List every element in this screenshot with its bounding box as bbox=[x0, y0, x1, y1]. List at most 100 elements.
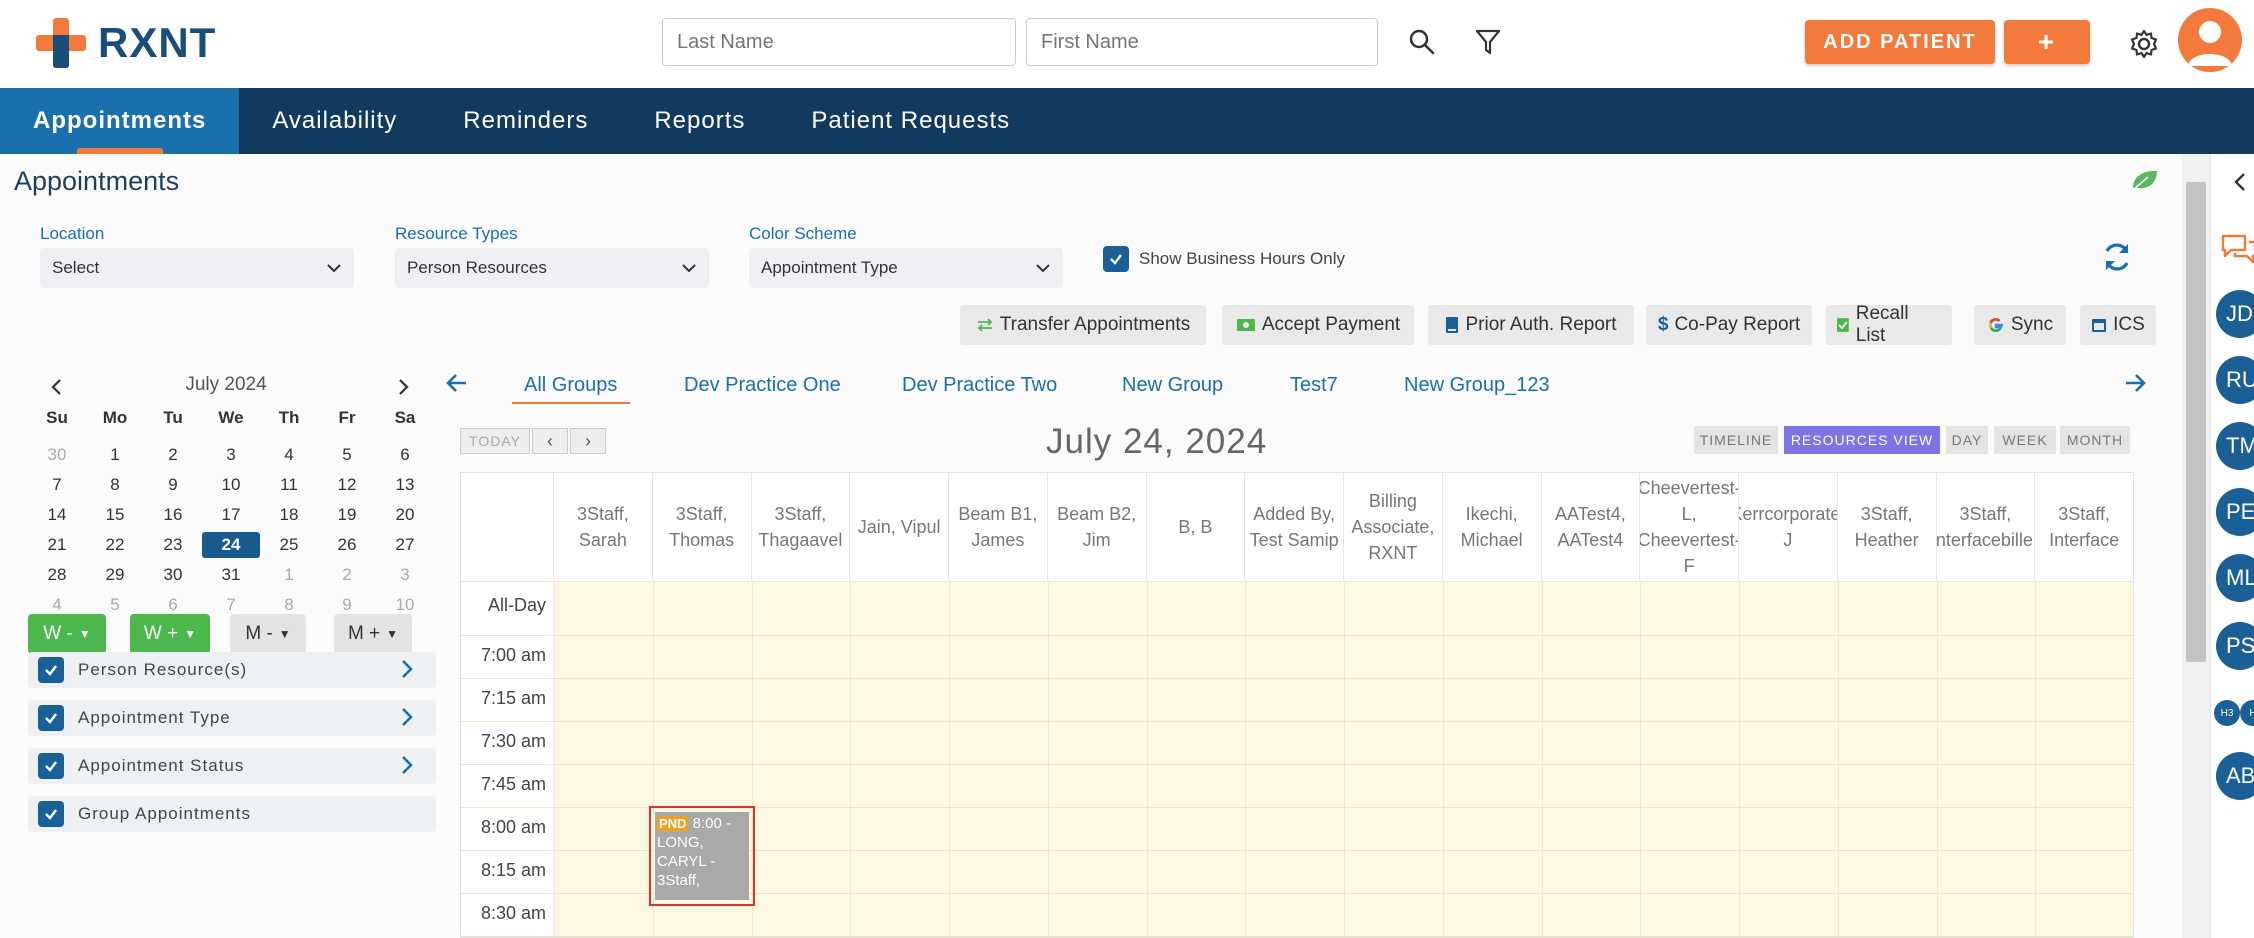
view-day[interactable]: DAY bbox=[1946, 426, 1988, 454]
filter-row-appointment-type[interactable]: Appointment Type bbox=[28, 700, 436, 736]
groups-forward-icon[interactable] bbox=[2124, 372, 2146, 399]
view-resources[interactable]: RESOURCES VIEW bbox=[1784, 426, 1940, 454]
group-tab-dev-practice-one[interactable]: Dev Practice One bbox=[684, 374, 841, 397]
calendar-day[interactable]: 13 bbox=[376, 472, 434, 498]
location-select[interactable]: Select bbox=[40, 248, 354, 288]
calendar-day[interactable]: 4 bbox=[260, 442, 318, 468]
calendar-day[interactable]: 17 bbox=[202, 502, 260, 528]
prior-auth-report-button[interactable]: Prior Auth. Report bbox=[1428, 305, 1634, 345]
group-tab-new-group[interactable]: New Group bbox=[1122, 374, 1223, 397]
calendar-day[interactable]: 24 bbox=[202, 532, 260, 558]
resource-column-header[interactable]: 3Staff, Thagaavel bbox=[752, 473, 851, 581]
week-plus-button[interactable]: W + ▼ bbox=[130, 614, 210, 654]
resource-column-header[interactable]: Beam B1, James bbox=[949, 473, 1048, 581]
user-avatar-small[interactable]: H3 bbox=[2214, 700, 2240, 726]
checkbox[interactable] bbox=[38, 753, 64, 779]
nav-patient-requests[interactable]: Patient Requests bbox=[778, 88, 1043, 154]
calendar-day[interactable]: 8 bbox=[86, 472, 144, 498]
month-minus-button[interactable]: M - ▼ bbox=[230, 614, 306, 654]
filter-icon[interactable] bbox=[1470, 24, 1506, 60]
calendar-day[interactable]: 2 bbox=[318, 562, 376, 588]
checkbox[interactable] bbox=[38, 705, 64, 731]
user-avatar[interactable] bbox=[2178, 8, 2242, 72]
resource-types-select[interactable]: Person Resources bbox=[395, 248, 709, 288]
calendar-day[interactable]: 23 bbox=[144, 532, 202, 558]
rxnt-logo[interactable]: RXNT bbox=[36, 18, 216, 68]
resource-column-header[interactable]: 3Staff, Heather bbox=[1838, 473, 1937, 581]
chevron-right-icon[interactable] bbox=[400, 658, 414, 685]
accept-payment-button[interactable]: Accept Payment bbox=[1222, 305, 1414, 345]
calendar-day[interactable]: 3 bbox=[376, 562, 434, 588]
scrollbar-thumb[interactable] bbox=[2186, 182, 2206, 662]
checkbox[interactable] bbox=[38, 657, 64, 683]
resource-column-header[interactable]: AATest4, AATest4 bbox=[1542, 473, 1641, 581]
calendar-day[interactable]: 26 bbox=[318, 532, 376, 558]
resource-column-header[interactable]: Kerrcorporate, J bbox=[1739, 473, 1838, 581]
resource-column-header[interactable]: Cheevertest-L, Cheevertest-F bbox=[1640, 473, 1739, 581]
calendar-day[interactable]: 19 bbox=[318, 502, 376, 528]
resource-column-header[interactable]: Added By, Test Samip bbox=[1245, 473, 1344, 581]
resource-column-header[interactable]: 3Staff, interfacebiller bbox=[1937, 473, 2036, 581]
calendar-day[interactable]: 7 bbox=[28, 472, 86, 498]
calendar-day[interactable]: 1 bbox=[86, 442, 144, 468]
color-scheme-select[interactable]: Appointment Type bbox=[749, 248, 1063, 288]
view-timeline[interactable]: TIMELINE bbox=[1694, 426, 1778, 454]
calendar-day[interactable]: 15 bbox=[86, 502, 144, 528]
nav-reports[interactable]: Reports bbox=[621, 88, 778, 154]
groups-back-icon[interactable] bbox=[446, 372, 468, 399]
calendar-day[interactable]: 30 bbox=[144, 562, 202, 588]
calendar-day[interactable]: 10 bbox=[202, 472, 260, 498]
resource-column-header[interactable]: 3Staff, Sarah bbox=[554, 473, 653, 581]
calendar-day[interactable]: 20 bbox=[376, 502, 434, 528]
collapse-icon[interactable] bbox=[2233, 172, 2247, 197]
resource-column-header[interactable]: 3Staff, Interface bbox=[2035, 473, 2133, 581]
group-tab-dev-practice-two[interactable]: Dev Practice Two bbox=[902, 374, 1057, 397]
resource-column-header[interactable]: Ikechi, Michael bbox=[1443, 473, 1542, 581]
calendar-day[interactable]: 6 bbox=[376, 442, 434, 468]
refresh-icon[interactable] bbox=[2100, 240, 2134, 279]
checkbox[interactable] bbox=[1103, 246, 1129, 272]
business-hours-toggle[interactable]: Show Business Hours Only bbox=[1103, 246, 1345, 272]
calendar-day[interactable]: 31 bbox=[202, 562, 260, 588]
search-icon[interactable] bbox=[1404, 24, 1440, 60]
calendar-day[interactable]: 11 bbox=[260, 472, 318, 498]
first-name-input[interactable] bbox=[1026, 18, 1378, 66]
nav-availability[interactable]: Availability bbox=[239, 88, 430, 154]
calendar-day[interactable]: 25 bbox=[260, 532, 318, 558]
today-button[interactable]: TODAY bbox=[460, 428, 530, 454]
calendar-day[interactable]: 1 bbox=[260, 562, 318, 588]
nav-appointments[interactable]: Appointments bbox=[0, 88, 240, 154]
gear-icon[interactable] bbox=[2126, 26, 2162, 62]
filter-row-appointment-status[interactable]: Appointment Status bbox=[28, 748, 436, 784]
add-button[interactable]: + bbox=[2004, 20, 2090, 64]
calendar-day[interactable]: 22 bbox=[86, 532, 144, 558]
resource-column-header[interactable]: Jain, Vipul bbox=[850, 473, 949, 581]
group-tab-test7[interactable]: Test7 bbox=[1290, 374, 1338, 397]
filter-row-group-appointments[interactable]: Group Appointments bbox=[28, 796, 436, 832]
resource-column-header[interactable]: Beam B2, Jim bbox=[1048, 473, 1147, 581]
calendar-day[interactable]: 29 bbox=[86, 562, 144, 588]
calendar-day[interactable]: 12 bbox=[318, 472, 376, 498]
last-name-input[interactable] bbox=[662, 18, 1016, 66]
checkbox[interactable] bbox=[38, 801, 64, 827]
view-month[interactable]: MONTH bbox=[2060, 426, 2130, 454]
group-tab-new-group-123[interactable]: New Group_123 bbox=[1404, 374, 1550, 397]
chevron-right-icon[interactable] bbox=[400, 754, 414, 781]
calendar-day[interactable]: 2 bbox=[144, 442, 202, 468]
prev-day-button[interactable]: ‹ bbox=[532, 428, 568, 454]
resource-column-header[interactable]: 3Staff, Thomas bbox=[653, 473, 752, 581]
calendar-day[interactable]: 18 bbox=[260, 502, 318, 528]
ics-button[interactable]: ICS bbox=[2080, 305, 2156, 345]
group-tab-all-groups[interactable]: All Groups bbox=[524, 374, 617, 397]
transfer-appointments-button[interactable]: Transfer Appointments bbox=[960, 305, 1206, 345]
calendar-day[interactable]: 28 bbox=[28, 562, 86, 588]
calendar-day[interactable]: 5 bbox=[318, 442, 376, 468]
appointment-block[interactable]: PND 8:00 - LONG, CARYL - 3Staff, bbox=[649, 806, 755, 906]
resource-column-header[interactable]: Billing Associate, RXNT bbox=[1344, 473, 1443, 581]
chevron-right-icon[interactable] bbox=[400, 706, 414, 733]
calendar-day[interactable]: 21 bbox=[28, 532, 86, 558]
copay-report-button[interactable]: $ Co-Pay Report bbox=[1646, 305, 1812, 345]
week-minus-button[interactable]: W - ▼ bbox=[28, 614, 106, 654]
chat-icon[interactable] bbox=[2219, 232, 2254, 271]
calendar-day[interactable]: 16 bbox=[144, 502, 202, 528]
